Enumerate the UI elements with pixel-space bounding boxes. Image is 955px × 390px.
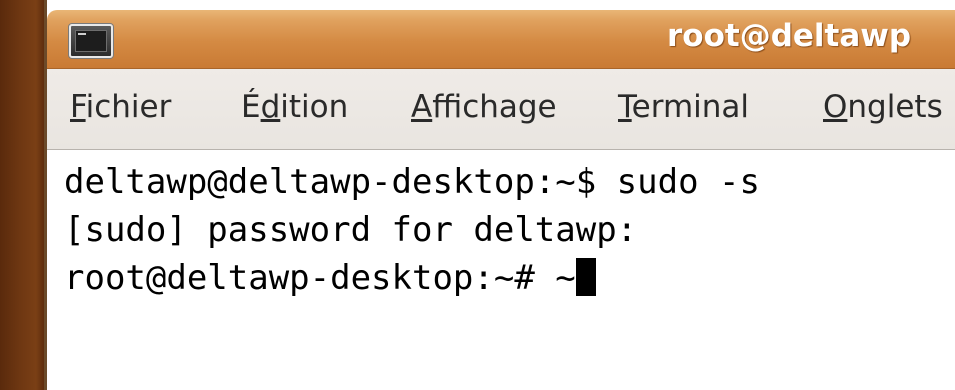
- menu-affichage-mnemonic: A: [411, 89, 433, 125]
- menu-onglets[interactable]: Onglets: [823, 89, 943, 125]
- terminal-line-2: [sudo] password for deltawp:: [64, 210, 638, 250]
- menu-edition-mnemonic: d: [260, 89, 281, 125]
- terminal-icon-prompt: [78, 33, 86, 35]
- menu-terminal-mnemonic: T: [618, 89, 632, 125]
- text-cursor: [575, 258, 596, 296]
- menu-fichier[interactable]: Fichier: [70, 89, 171, 125]
- terminal-window: root@deltawp Fichier Édition Affichage T…: [44, 0, 955, 390]
- menu-affichage[interactable]: Affichage: [411, 89, 557, 125]
- menu-affichage-label: ffichage: [432, 89, 557, 125]
- menu-edition-pre: É: [241, 89, 261, 125]
- terminal-prompt-text: root@deltawp-desktop:~# ~: [64, 258, 576, 298]
- menu-onglets-label: nglets: [847, 89, 943, 125]
- menu-fichier-mnemonic: F: [70, 89, 86, 125]
- menu-edition-label: ition: [280, 89, 349, 125]
- menu-terminal[interactable]: Terminal: [618, 89, 749, 125]
- desktop-background: [0, 0, 44, 390]
- terminal-output[interactable]: deltawp@deltawp-desktop:~$ sudo -s [sudo…: [47, 150, 955, 390]
- menu-terminal-label: erminal: [631, 89, 750, 125]
- terminal-line-3: root@deltawp-desktop:~# ~: [64, 258, 596, 298]
- menu-fichier-label: ichier: [85, 89, 172, 125]
- window-title: root@deltawp: [667, 18, 912, 54]
- title-bar[interactable]: root@deltawp: [47, 10, 955, 69]
- menu-bar: Fichier Édition Affichage Terminal Ongle…: [47, 69, 955, 150]
- terminal-line-1: deltawp@deltawp-desktop:~$ sudo -s: [64, 162, 760, 202]
- menu-onglets-mnemonic: O: [823, 89, 848, 125]
- terminal-icon[interactable]: [69, 24, 113, 58]
- menu-edition[interactable]: Édition: [241, 89, 348, 125]
